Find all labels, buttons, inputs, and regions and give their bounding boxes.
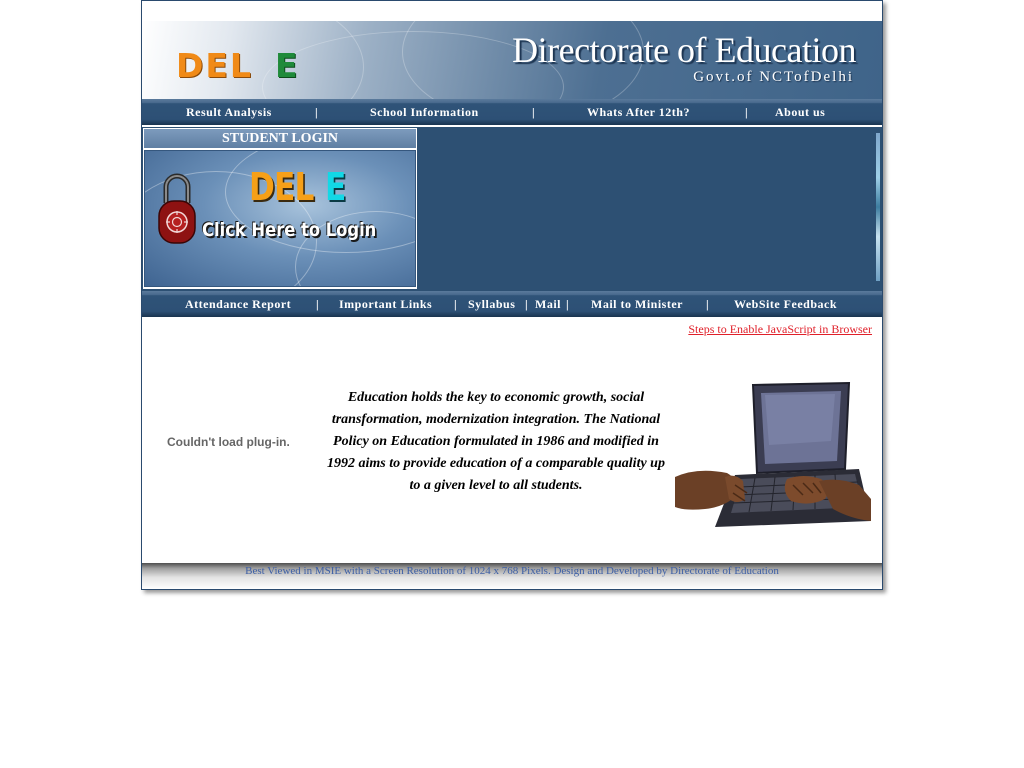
site-footer: Best Viewed in MSIE with a Screen Resolu… — [142, 563, 882, 589]
education-quote: Education holds the key to economic grow… — [327, 390, 665, 493]
nav-syllabus[interactable]: Syllabus — [468, 297, 515, 312]
page-frame: DEL E Directorate of Education Govt.of NC… — [141, 0, 883, 590]
login-button-label: Click Here to Login — [202, 219, 377, 241]
enable-javascript-link[interactable]: Steps to Enable JavaScript in Browser — [688, 322, 872, 337]
nav-about-us[interactable]: About us — [775, 105, 825, 120]
padlock-icon — [158, 173, 196, 244]
login-dele-logo-main: DEL — [249, 165, 314, 209]
top-nav-bar: Result Analysis | School Information | W… — [142, 99, 882, 125]
dele-logo-e: E — [274, 46, 300, 85]
footer-credits: Best Viewed in MSIE with a Screen Resolu… — [245, 565, 779, 577]
login-dele-logo: DEL E — [249, 165, 346, 209]
plugin-error-message: Couldn't load plug-in. — [167, 435, 290, 449]
nav-website-feedback[interactable]: WebSite Feedback — [734, 297, 837, 312]
site-subtitle: Govt.of NCTofDelhi — [693, 69, 854, 85]
nav-mail-to-minister[interactable]: Mail to Minister — [591, 297, 683, 312]
nav-mail[interactable]: Mail — [535, 297, 561, 312]
site-header: DEL E Directorate of Education Govt.of NC… — [142, 21, 882, 99]
laptop-hands-icon — [675, 381, 872, 528]
nav-school-information[interactable]: School Information — [370, 105, 479, 120]
nav-separator: | — [454, 297, 458, 311]
nav-whats-after-12th[interactable]: Whats After 12th? — [587, 105, 690, 120]
nav-separator: | — [532, 105, 536, 119]
nav-separator: | — [706, 297, 710, 311]
nav-important-links[interactable]: Important Links — [339, 297, 432, 312]
ticker-edge — [876, 133, 880, 281]
main-content: Steps to Enable JavaScript in Browser Co… — [142, 319, 882, 563]
nav-attendance-report[interactable]: Attendance Report — [185, 297, 291, 312]
nav-separator: | — [566, 297, 570, 311]
top-strip — [142, 1, 882, 22]
student-login-button[interactable]: DEL E Click Here to Login — [144, 150, 416, 287]
site-title: Directorate of Education — [512, 30, 856, 70]
dele-logo-main: DEL — [176, 46, 253, 85]
nav-result-analysis[interactable]: Result Analysis — [186, 105, 272, 120]
login-dele-logo-e: E — [325, 165, 346, 209]
nav-separator: | — [745, 105, 749, 119]
student-login-panel: STUDENT LOGIN DEL E Click Here to Login — [143, 128, 417, 289]
student-login-header: STUDENT LOGIN — [144, 129, 416, 148]
bottom-nav-bar: Attendance Report | Important Links | Sy… — [142, 291, 882, 317]
nav-separator: | — [316, 297, 320, 311]
login-band: STUDENT LOGIN DEL E Click Here to Login — [142, 127, 882, 291]
nav-separator: | — [525, 297, 529, 311]
dele-logo: DEL E — [176, 46, 300, 85]
nav-separator: | — [315, 105, 319, 119]
